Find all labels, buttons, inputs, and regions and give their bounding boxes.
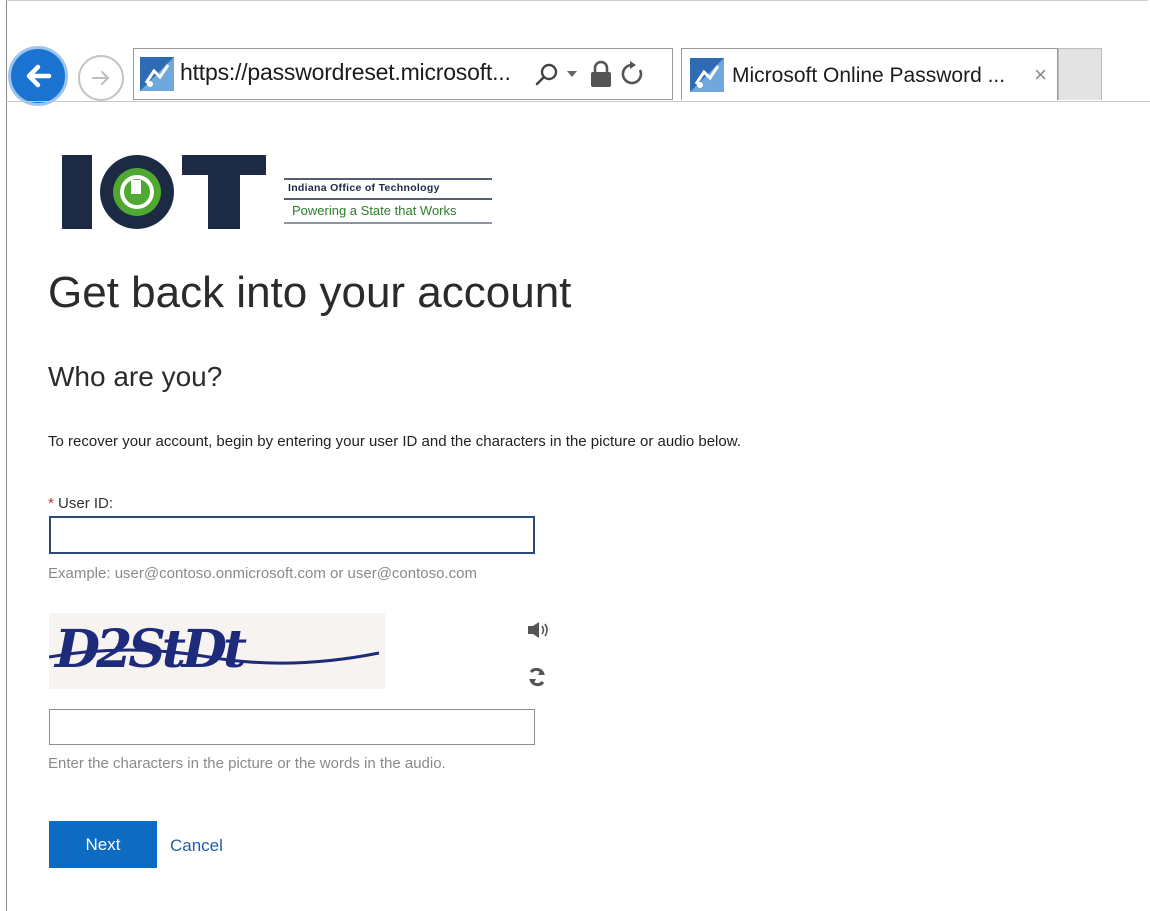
forward-button[interactable] bbox=[78, 55, 124, 101]
page-title: Get back into your account bbox=[48, 268, 572, 317]
tab-title: Microsoft Online Password ... bbox=[732, 64, 1006, 87]
dropdown-arrow-icon[interactable] bbox=[566, 69, 578, 79]
refresh-icon[interactable] bbox=[620, 60, 646, 88]
chrome-divider bbox=[6, 101, 1150, 102]
intro-text: To recover your account, begin by enteri… bbox=[48, 433, 741, 450]
logo-tagline: Powering a State that Works bbox=[292, 203, 457, 218]
required-mark: * bbox=[48, 495, 54, 512]
browser-tab[interactable]: Microsoft Online Password ... × bbox=[681, 48, 1058, 100]
lock-icon[interactable] bbox=[589, 60, 613, 88]
back-button[interactable] bbox=[8, 46, 68, 106]
tab-favicon-icon bbox=[690, 58, 724, 92]
url-text[interactable]: https://passwordreset.microsoft... bbox=[180, 59, 511, 86]
browser-frame bbox=[6, 0, 1148, 911]
close-tab-icon[interactable]: × bbox=[1034, 62, 1047, 88]
browser-chrome: https://passwordreset.microsoft... Micro… bbox=[0, 0, 1150, 106]
captcha-input[interactable] bbox=[49, 709, 535, 745]
next-button[interactable]: Next bbox=[49, 821, 157, 868]
iot-logo-mark bbox=[62, 155, 266, 229]
new-tab-button[interactable] bbox=[1058, 48, 1102, 100]
captcha-graphic: D2StDt bbox=[48, 619, 380, 680]
captcha-hint: Enter the characters in the picture or t… bbox=[48, 755, 446, 772]
forward-arrow-icon bbox=[92, 71, 109, 85]
userid-label: * User ID: bbox=[48, 495, 113, 512]
cancel-link[interactable]: Cancel bbox=[170, 836, 223, 856]
search-icon[interactable] bbox=[534, 62, 560, 88]
back-arrow-icon bbox=[26, 64, 52, 88]
userid-input[interactable] bbox=[49, 516, 535, 554]
captcha-image: D2StDt bbox=[48, 613, 385, 689]
userid-label-text: User ID: bbox=[58, 495, 114, 512]
address-bar[interactable]: https://passwordreset.microsoft... bbox=[133, 48, 673, 100]
site-favicon-icon bbox=[140, 57, 174, 91]
audio-icon[interactable] bbox=[526, 620, 550, 640]
logo-org-name: Indiana Office of Technology bbox=[288, 182, 440, 194]
iot-logo: Indiana Office of Technology Powering a … bbox=[62, 153, 502, 231]
refresh-captcha-icon[interactable] bbox=[526, 666, 548, 688]
page-subtitle: Who are you? bbox=[48, 361, 223, 392]
userid-hint: Example: user@contoso.onmicrosoft.com or… bbox=[48, 565, 477, 582]
